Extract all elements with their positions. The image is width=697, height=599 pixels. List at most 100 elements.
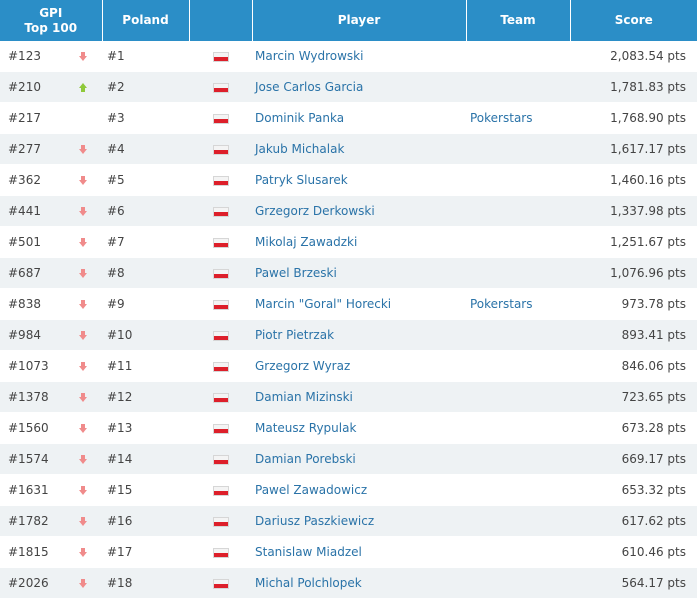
player-link[interactable]: Marcin "Goral" Horecki bbox=[255, 297, 391, 311]
flag-cell bbox=[189, 381, 252, 413]
flag-cell bbox=[189, 288, 252, 320]
player-link[interactable]: Michal Polchlopek bbox=[255, 576, 362, 590]
flag-cell bbox=[189, 412, 252, 444]
flag-cell bbox=[189, 536, 252, 568]
score-value: 1,337.98 pts bbox=[570, 195, 697, 227]
score-value: 673.28 pts bbox=[570, 412, 697, 444]
poland-rank: #3 bbox=[102, 102, 189, 134]
header-team[interactable]: Team bbox=[466, 0, 571, 41]
table-row: #1560 #13 Mateusz Rypulak 673.28 pts bbox=[0, 412, 697, 444]
flag-cell bbox=[189, 257, 252, 289]
team-cell: Pokerstars bbox=[466, 288, 570, 320]
table-row: #1631 #15 Pawel Zawadowicz 653.32 pts bbox=[0, 474, 697, 506]
gpi-rank: #1073 bbox=[0, 350, 64, 382]
score-value: 1,768.90 pts bbox=[570, 102, 697, 134]
flag-cell bbox=[189, 133, 252, 165]
player-cell: Michal Polchlopek bbox=[252, 567, 466, 599]
poland-flag-icon bbox=[212, 268, 229, 279]
player-link[interactable]: Damian Porebski bbox=[255, 452, 356, 466]
team-cell bbox=[466, 133, 570, 165]
poland-flag-icon bbox=[212, 361, 229, 372]
arrow-down-icon bbox=[79, 269, 87, 278]
arrow-down-icon bbox=[79, 207, 87, 216]
header-poland[interactable]: Poland bbox=[102, 0, 190, 41]
score-value: 653.32 pts bbox=[570, 474, 697, 506]
player-link[interactable]: Jose Carlos Garcia bbox=[255, 80, 363, 94]
player-cell: Dariusz Paszkiewicz bbox=[252, 505, 466, 537]
trend-cell bbox=[64, 288, 102, 320]
player-cell: Jose Carlos Garcia bbox=[252, 71, 466, 103]
team-link[interactable]: Pokerstars bbox=[470, 111, 532, 125]
team-cell bbox=[466, 474, 570, 506]
table-row: #1574 #14 Damian Porebski 669.17 pts bbox=[0, 443, 697, 475]
arrow-down-icon bbox=[79, 362, 87, 371]
poland-flag-icon bbox=[212, 423, 229, 434]
gpi-rank: #1631 bbox=[0, 474, 64, 506]
player-cell: Jakub Michalak bbox=[252, 133, 466, 165]
team-cell bbox=[466, 412, 570, 444]
poland-rank: #8 bbox=[102, 257, 189, 289]
flag-cell bbox=[189, 319, 252, 351]
table-row: #362 #5 Patryk Slusarek 1,460.16 pts bbox=[0, 164, 697, 196]
trend-cell bbox=[64, 226, 102, 258]
header-gpi-top-100[interactable]: GPI Top 100 bbox=[0, 0, 103, 41]
poland-flag-icon bbox=[212, 82, 229, 93]
trend-cell bbox=[64, 381, 102, 413]
poland-flag-icon bbox=[212, 175, 229, 186]
team-cell bbox=[466, 505, 570, 537]
player-link[interactable]: Stanislaw Miadzel bbox=[255, 545, 362, 559]
player-link[interactable]: Dominik Panka bbox=[255, 111, 344, 125]
poland-flag-icon bbox=[212, 485, 229, 496]
gpi-rank: #210 bbox=[0, 71, 64, 103]
player-cell: Grzegorz Wyraz bbox=[252, 350, 466, 382]
arrow-down-icon bbox=[79, 300, 87, 309]
poland-flag-icon bbox=[212, 516, 229, 527]
poland-rank: #15 bbox=[102, 474, 189, 506]
score-value: 617.62 pts bbox=[570, 505, 697, 537]
header-score[interactable]: Score bbox=[570, 0, 697, 41]
team-cell bbox=[466, 381, 570, 413]
player-link[interactable]: Dariusz Paszkiewicz bbox=[255, 514, 374, 528]
gpi-rank: #2026 bbox=[0, 567, 64, 599]
player-link[interactable]: Mikolaj Zawadzki bbox=[255, 235, 357, 249]
poland-flag-icon bbox=[212, 299, 229, 310]
table-row: #2026 #18 Michal Polchlopek 564.17 pts bbox=[0, 567, 697, 599]
player-cell: Marcin "Goral" Horecki bbox=[252, 288, 466, 320]
player-cell: Patryk Slusarek bbox=[252, 164, 466, 196]
flag-cell bbox=[189, 567, 252, 599]
score-value: 1,251.67 pts bbox=[570, 226, 697, 258]
score-value: 1,617.17 pts bbox=[570, 133, 697, 165]
player-link[interactable]: Patryk Slusarek bbox=[255, 173, 348, 187]
trend-cell bbox=[64, 536, 102, 568]
player-link[interactable]: Grzegorz Derkowski bbox=[255, 204, 375, 218]
player-link[interactable]: Damian Mizinski bbox=[255, 390, 353, 404]
flag-cell bbox=[189, 71, 252, 103]
player-cell: Stanislaw Miadzel bbox=[252, 536, 466, 568]
poland-rank: #5 bbox=[102, 164, 189, 196]
gpi-rank: #501 bbox=[0, 226, 64, 258]
player-link[interactable]: Grzegorz Wyraz bbox=[255, 359, 350, 373]
trend-cell bbox=[64, 350, 102, 382]
table-row: #123 #1 Marcin Wydrowski 2,083.54 pts bbox=[0, 41, 697, 72]
flag-cell bbox=[189, 443, 252, 475]
arrow-down-icon bbox=[79, 579, 87, 588]
player-link[interactable]: Pawel Zawadowicz bbox=[255, 483, 367, 497]
team-link[interactable]: Pokerstars bbox=[470, 297, 532, 311]
poland-flag-icon bbox=[212, 547, 229, 558]
player-link[interactable]: Pawel Brzeski bbox=[255, 266, 337, 280]
table-body: #123 #1 Marcin Wydrowski 2,083.54 pts #2… bbox=[0, 41, 697, 599]
team-cell bbox=[466, 257, 570, 289]
player-cell: Mikolaj Zawadzki bbox=[252, 226, 466, 258]
player-link[interactable]: Piotr Pietrzak bbox=[255, 328, 334, 342]
player-link[interactable]: Marcin Wydrowski bbox=[255, 49, 363, 63]
team-cell bbox=[466, 71, 570, 103]
poland-flag-icon bbox=[212, 144, 229, 155]
team-cell bbox=[466, 41, 570, 72]
player-link[interactable]: Jakub Michalak bbox=[255, 142, 344, 156]
team-cell bbox=[466, 567, 570, 599]
poland-rank: #4 bbox=[102, 133, 189, 165]
trend-cell bbox=[64, 474, 102, 506]
trend-cell bbox=[64, 71, 102, 103]
player-link[interactable]: Mateusz Rypulak bbox=[255, 421, 356, 435]
header-player[interactable]: Player bbox=[252, 0, 467, 41]
